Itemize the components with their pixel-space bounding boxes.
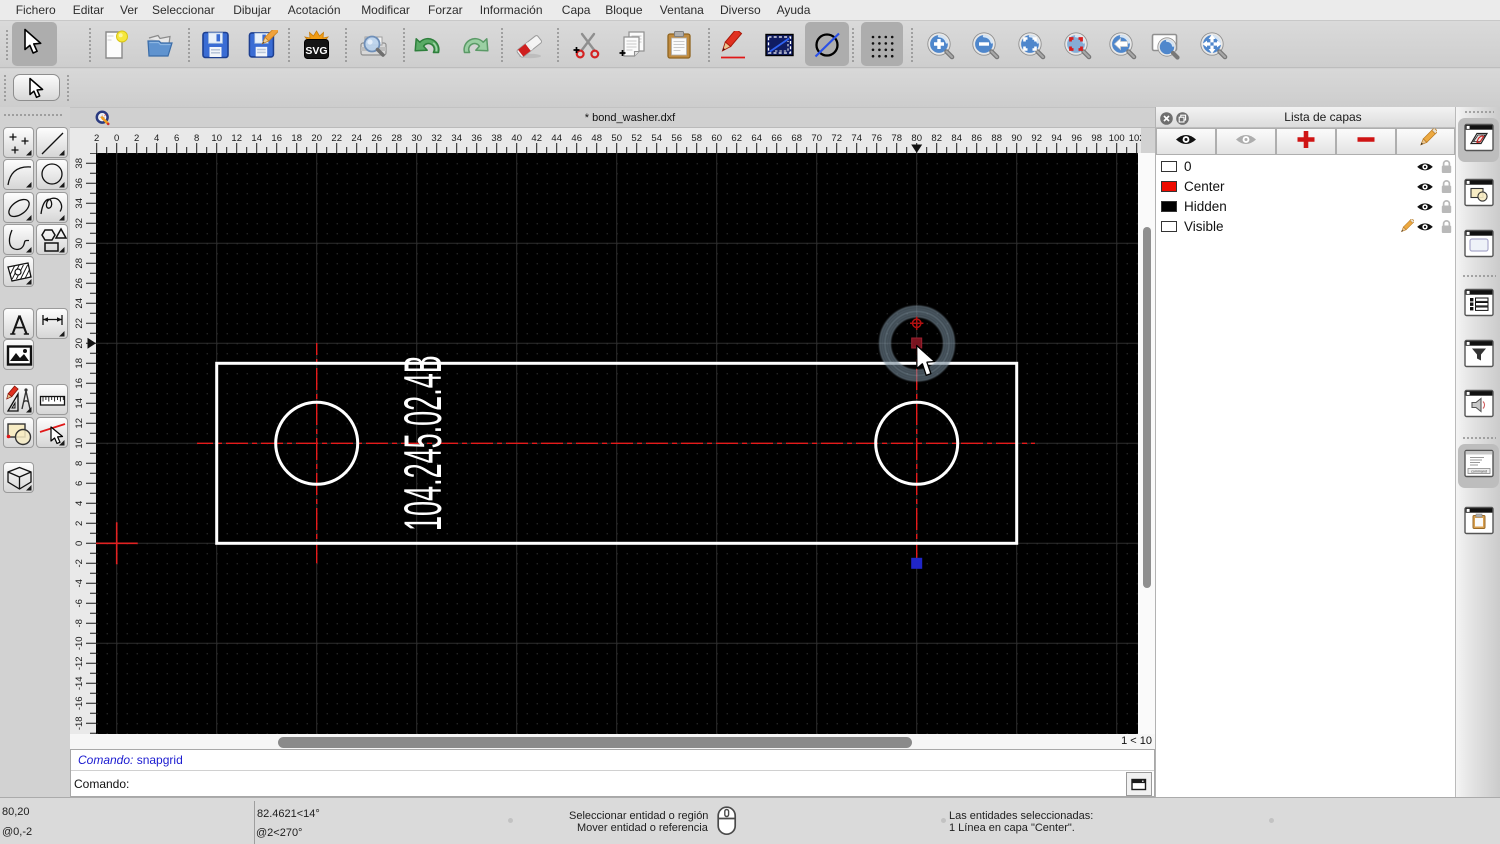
svg-text:6: 6 xyxy=(74,481,85,486)
svg-text:-4: -4 xyxy=(74,579,85,587)
svg-text:26: 26 xyxy=(371,133,382,144)
svg-text:40: 40 xyxy=(511,133,522,144)
svg-text:8: 8 xyxy=(74,461,85,466)
svg-text:38: 38 xyxy=(491,133,502,144)
svg-text:-18: -18 xyxy=(74,716,85,730)
svg-text:54: 54 xyxy=(651,133,662,144)
svg-text:30: 30 xyxy=(74,238,85,249)
svg-text:34: 34 xyxy=(451,133,462,144)
svg-text:92: 92 xyxy=(1031,133,1042,144)
svg-text:90: 90 xyxy=(1011,133,1022,144)
svg-text:62: 62 xyxy=(731,133,742,144)
svg-text:14: 14 xyxy=(251,133,262,144)
svg-text:20: 20 xyxy=(311,133,322,144)
svg-text:86: 86 xyxy=(971,133,982,144)
svg-text:-14: -14 xyxy=(74,676,85,690)
svg-text:0: 0 xyxy=(114,133,119,144)
svg-text:8: 8 xyxy=(194,133,199,144)
svg-text:56: 56 xyxy=(671,133,682,144)
svg-text:22: 22 xyxy=(74,318,85,329)
svg-text:50: 50 xyxy=(611,133,622,144)
svg-text:18: 18 xyxy=(291,133,302,144)
svg-text:30: 30 xyxy=(411,133,422,144)
svg-text:-6: -6 xyxy=(74,599,85,607)
svg-text:4: 4 xyxy=(74,501,85,506)
svg-text:26: 26 xyxy=(74,278,85,289)
svg-text:10: 10 xyxy=(74,438,85,449)
svg-text:-12: -12 xyxy=(74,656,85,670)
svg-text:70: 70 xyxy=(811,133,822,144)
svg-text:32: 32 xyxy=(74,218,85,229)
svg-text:12: 12 xyxy=(74,418,85,429)
svg-text:-8: -8 xyxy=(74,619,85,627)
svg-text:38: 38 xyxy=(74,158,85,169)
svg-text:-16: -16 xyxy=(74,696,85,710)
svg-text:-10: -10 xyxy=(74,636,85,650)
svg-text:2: 2 xyxy=(134,133,139,144)
svg-text:20: 20 xyxy=(74,338,85,349)
svg-text:0: 0 xyxy=(74,541,85,546)
svg-text:6: 6 xyxy=(174,133,179,144)
svg-text:24: 24 xyxy=(74,298,85,309)
svg-text:42: 42 xyxy=(531,133,542,144)
svg-text:2: 2 xyxy=(94,133,99,144)
svg-text:28: 28 xyxy=(391,133,402,144)
svg-text:16: 16 xyxy=(271,133,282,144)
svg-text:36: 36 xyxy=(74,178,85,189)
svg-text:48: 48 xyxy=(591,133,602,144)
svg-text:14: 14 xyxy=(74,398,85,409)
svg-text:36: 36 xyxy=(471,133,482,144)
svg-text:16: 16 xyxy=(74,378,85,389)
svg-text:100: 100 xyxy=(1109,133,1125,144)
svg-text:12: 12 xyxy=(231,133,242,144)
svg-text:44: 44 xyxy=(551,133,562,144)
svg-text:32: 32 xyxy=(431,133,442,144)
svg-text:58: 58 xyxy=(691,133,702,144)
svg-text:84: 84 xyxy=(951,133,962,144)
svg-text:82: 82 xyxy=(931,133,942,144)
svg-text:96: 96 xyxy=(1071,133,1082,144)
svg-text:SVG: SVG xyxy=(305,45,327,57)
svg-text:-2: -2 xyxy=(74,559,85,567)
svg-text:88: 88 xyxy=(991,133,1002,144)
svg-text:64: 64 xyxy=(751,133,762,144)
svg-text:28: 28 xyxy=(74,258,85,269)
svg-text:18: 18 xyxy=(74,358,85,369)
svg-text:24: 24 xyxy=(351,133,362,144)
svg-text:98: 98 xyxy=(1091,133,1102,144)
svg-text:74: 74 xyxy=(851,133,862,144)
svg-text:34: 34 xyxy=(74,198,85,209)
svg-text:4: 4 xyxy=(154,133,159,144)
svg-text:76: 76 xyxy=(871,133,882,144)
svg-text:104.245.02.4B: 104.245.02.4B xyxy=(393,355,452,531)
svg-text:66: 66 xyxy=(771,133,782,144)
svg-text:46: 46 xyxy=(571,133,582,144)
svg-text:72: 72 xyxy=(831,133,842,144)
svg-text:68: 68 xyxy=(791,133,802,144)
svg-text:2: 2 xyxy=(74,521,85,526)
svg-text:80: 80 xyxy=(911,133,922,144)
svg-text:10: 10 xyxy=(211,133,222,144)
svg-text:22: 22 xyxy=(331,133,342,144)
svg-text:60: 60 xyxy=(711,133,722,144)
svg-text:command: command xyxy=(1471,470,1487,474)
svg-text:78: 78 xyxy=(891,133,902,144)
svg-text:102: 102 xyxy=(1129,133,1141,144)
svg-text:94: 94 xyxy=(1051,133,1062,144)
svg-text:52: 52 xyxy=(631,133,642,144)
